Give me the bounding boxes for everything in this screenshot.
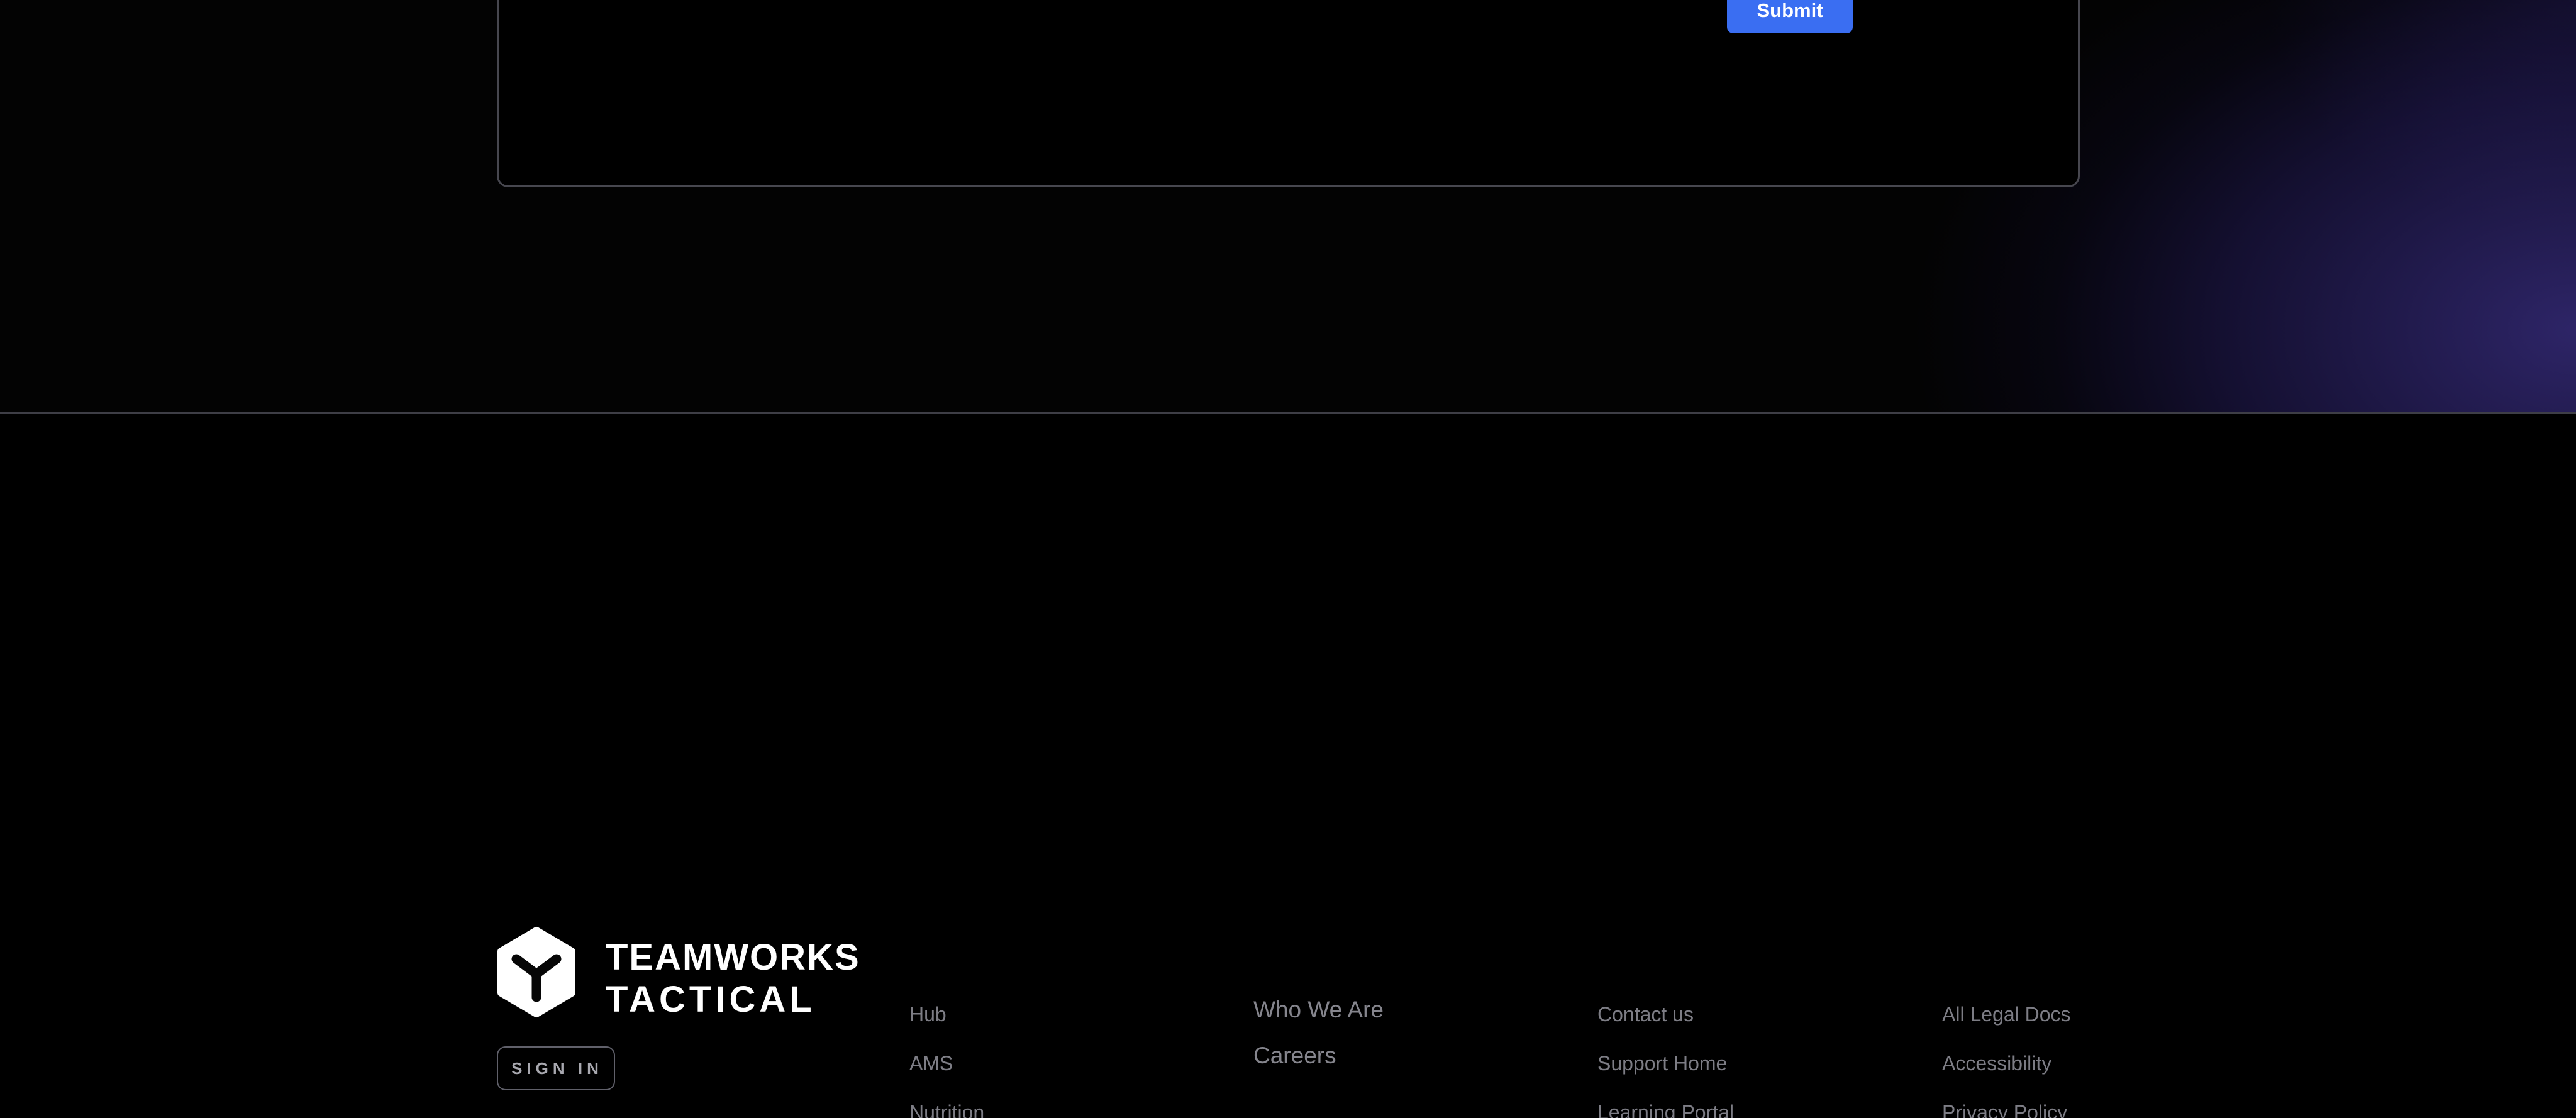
footer-link-privacy-policy[interactable]: Privacy Policy (1942, 1102, 2067, 1118)
contact-form-card: Submit (497, 0, 2080, 187)
footer-link-accessibility[interactable]: Accessibility (1942, 1053, 2051, 1073)
footer-link-nutrition[interactable]: Nutrition (909, 1102, 984, 1118)
footer-link-ams[interactable]: AMS (909, 1053, 953, 1073)
footer-link-who-we-are[interactable]: Who We Are (1253, 998, 1384, 1022)
sign-in-button[interactable]: SIGN IN (497, 1046, 615, 1090)
page: Submit TEAMWORKS TACTICAL SIGN IN (202) … (0, 0, 2576, 1118)
footer-link-all-legal-docs[interactable]: All Legal Docs (1942, 1004, 2071, 1024)
brand-wordmark: TEAMWORKS TACTICAL (606, 936, 860, 1021)
footer-link-careers[interactable]: Careers (1253, 1044, 1336, 1068)
submit-button[interactable]: Submit (1727, 0, 1853, 33)
footer-nav-support: Contact us Support Home Learning Portal … (1597, 1004, 1734, 1118)
brand-name-line2: TACTICAL (606, 978, 860, 1021)
footer-link-contact-us[interactable]: Contact us (1597, 1004, 1694, 1024)
footer: TEAMWORKS TACTICAL SIGN IN (202) 875-893… (0, 416, 2576, 1118)
footer-nav-products: Hub AMS Nutrition (909, 1004, 984, 1118)
footer-nav-legal: All Legal Docs Accessibility Privacy Pol… (1942, 1004, 2071, 1118)
footer-link-support-home[interactable]: Support Home (1597, 1053, 1727, 1073)
footer-link-hub[interactable]: Hub (909, 1004, 947, 1024)
teamworks-logo-icon (497, 926, 576, 1018)
brand-name-line1: TEAMWORKS (606, 936, 860, 978)
page-body-above-footer: Submit (0, 0, 2576, 414)
footer-nav-company: Who We Are Careers (1253, 998, 1384, 1090)
footer-link-learning-portal[interactable]: Learning Portal (1597, 1102, 1734, 1118)
